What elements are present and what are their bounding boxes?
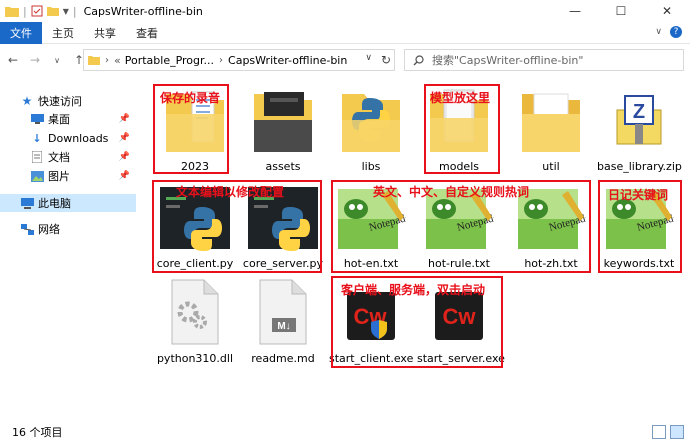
breadcrumb-capswriter[interactable]: CapsWriter-offline-bin — [228, 54, 347, 67]
window-title: CapsWriter-offline-bin — [83, 4, 203, 18]
nav-label: 此电脑 — [38, 197, 71, 210]
document-icon — [30, 151, 44, 163]
expand-ribbon-icon[interactable]: ∨ — [655, 27, 662, 37]
status-bar: 16 个项目 — [0, 421, 690, 443]
nav-label: 网络 — [38, 223, 60, 236]
file-name: assets — [265, 160, 301, 173]
ribbon-tabs: 文件 主页 共享 查看 ∨ ? — [0, 21, 690, 44]
window-controls: — ☐ ✕ — [552, 0, 690, 22]
nav-label: 图片 — [48, 170, 70, 183]
folder-icon — [88, 56, 100, 65]
annotation-diary-keywords: 日记关键词 — [608, 188, 669, 202]
annotation-client-server-launch: 客户端、服务端，双击启动 — [341, 283, 486, 297]
python-folder-icon — [342, 94, 400, 152]
file-readme-md[interactable]: M↓ readme.md — [241, 270, 325, 365]
nav-desktop[interactable]: 桌面 📌 — [0, 110, 136, 128]
computer-icon — [20, 197, 34, 209]
star-icon: ★ — [21, 94, 33, 108]
annotation-models-here: 模型放这里 — [430, 91, 491, 105]
recent-dropdown-icon[interactable]: ∨ — [48, 50, 66, 70]
view-toggle — [652, 425, 684, 439]
file-name: util — [542, 160, 560, 173]
address-row: ← → ∨ ↑ › « Portable_Progr... › CapsWrit… — [0, 45, 690, 75]
address-bar[interactable]: › « Portable_Progr... › CapsWriter-offli… — [83, 49, 395, 71]
search-placeholder: 搜索"CapsWriter-offline-bin" — [432, 54, 584, 67]
folder-dark-icon — [254, 92, 312, 152]
annotation-hotwords: 英文、中文、自定义规则热词 — [373, 185, 530, 199]
title-divider: | — [23, 4, 27, 18]
download-icon: ↓ — [32, 131, 42, 145]
pin-icon[interactable]: 📌 — [119, 114, 130, 124]
refresh-icon[interactable]: ↻ — [381, 53, 391, 67]
folder-icon — [5, 7, 19, 17]
navigation-pane: ★ 快速访问 桌面 📌 ↓ Downloads 📌 文档 📌 图片 📌 此电脑 … — [0, 82, 136, 418]
breadcrumb-portable-programs[interactable]: Portable_Progr... — [125, 54, 214, 67]
title-divider-2: | — [72, 4, 77, 18]
ribbon-right: ∨ ? — [655, 26, 682, 38]
tab-home[interactable]: 主页 — [42, 25, 84, 41]
svg-text:Z: Z — [633, 101, 645, 123]
file-name: libs — [361, 160, 381, 173]
nav-pictures[interactable]: 图片 📌 — [0, 167, 136, 185]
nav-label: Downloads — [48, 131, 109, 145]
address-dropdown-icon[interactable]: ∨ — [365, 53, 372, 63]
nav-quick-access[interactable]: ★ 快速访问 — [0, 92, 136, 110]
file-name: base_library.zip — [597, 160, 682, 173]
pin-icon[interactable]: 📌 — [119, 133, 130, 143]
properties-icon[interactable] — [31, 5, 43, 17]
nav-downloads[interactable]: ↓ Downloads 📌 — [0, 129, 136, 147]
nav-documents[interactable]: 文档 📌 — [0, 148, 136, 166]
annotation-text-edit-config: 文本编辑以修改配置 — [176, 185, 285, 199]
folder-libs[interactable]: libs — [329, 78, 413, 173]
back-arrow-icon[interactable]: ← — [4, 50, 22, 70]
tab-view[interactable]: 查看 — [126, 25, 168, 41]
nav-label: 快速访问 — [38, 95, 82, 108]
breadcrumb-overflow[interactable]: « — [114, 54, 121, 67]
close-button[interactable]: ✕ — [644, 0, 690, 22]
pin-icon[interactable]: 📌 — [119, 171, 130, 181]
svg-text:M↓: M↓ — [277, 321, 290, 332]
annotation-saved-recordings: 保存的录音 — [160, 91, 221, 105]
nav-network[interactable]: 网络 — [0, 220, 136, 238]
markdown-file-icon: M↓ — [259, 279, 307, 345]
breadcrumb-chevron-icon: › — [105, 54, 109, 66]
network-icon — [20, 223, 34, 235]
file-name: readme.md — [251, 352, 315, 365]
quick-access-dropdown-icon[interactable]: ▼ — [63, 7, 69, 16]
help-icon[interactable]: ? — [670, 26, 682, 38]
new-folder-icon[interactable] — [46, 5, 59, 17]
folder-util[interactable]: util — [509, 78, 593, 173]
forward-arrow-icon[interactable]: → — [26, 50, 44, 70]
large-icons-view-icon[interactable] — [670, 425, 684, 439]
picture-icon — [30, 170, 44, 182]
file-name: python310.dll — [156, 352, 234, 365]
dll-settings-icon — [171, 279, 219, 345]
breadcrumb-chevron-icon[interactable]: › — [219, 55, 223, 66]
item-count: 16 个项目 — [12, 426, 63, 439]
nav-label: 桌面 — [48, 113, 70, 126]
tab-share[interactable]: 共享 — [84, 25, 126, 41]
minimize-button[interactable]: — — [552, 0, 598, 22]
folder-icon — [522, 93, 580, 152]
title-bar: | ▼ | CapsWriter-offline-bin — ☐ ✕ — [0, 0, 690, 22]
file-list: 2023 assets libs models util Z base_libr… — [145, 78, 690, 418]
maximize-button[interactable]: ☐ — [598, 0, 644, 22]
nav-label: 文档 — [48, 151, 70, 164]
zip-archive-icon: Z — [616, 95, 662, 145]
file-base-library-zip[interactable]: Z base_library.zip — [597, 78, 682, 173]
desktop-icon — [30, 113, 44, 125]
tab-file[interactable]: 文件 — [0, 21, 42, 44]
file-python310-dll[interactable]: python310.dll — [153, 270, 237, 365]
pin-icon[interactable]: 📌 — [119, 152, 130, 162]
folder-assets[interactable]: assets — [241, 78, 325, 173]
search-icon — [413, 54, 424, 65]
nav-this-pc[interactable]: 此电脑 — [0, 194, 136, 212]
details-view-icon[interactable] — [652, 425, 666, 439]
search-input[interactable]: 搜索"CapsWriter-offline-bin" — [404, 49, 684, 71]
